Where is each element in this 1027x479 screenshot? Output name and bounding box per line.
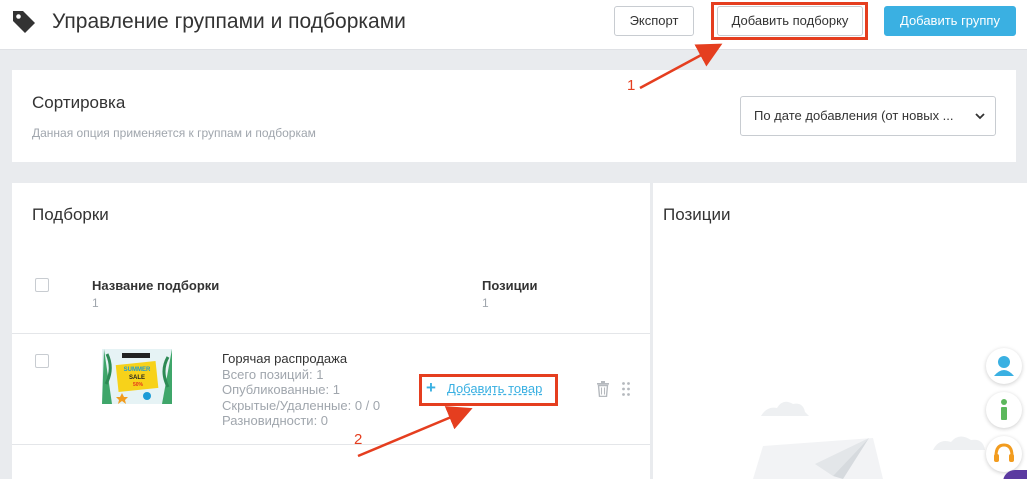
highlight-box-add-collection — [711, 2, 868, 40]
collection-stat-published: Опубликованные: 1 — [222, 382, 340, 397]
step-label-1: 1 — [627, 77, 636, 94]
export-button[interactable]: Экспорт — [614, 6, 694, 36]
collections-title: Подборки — [32, 205, 109, 224]
collections-panel: Подборки Название подборки 1 Позиции 1 S… — [12, 183, 650, 479]
positions-panel: Позиции — [653, 183, 1027, 479]
svg-text:SUMMER: SUMMER — [124, 367, 151, 373]
row-checkbox[interactable] — [35, 354, 49, 368]
info-float-button[interactable] — [986, 392, 1022, 428]
top-header: Управление группами и подборками Экспорт… — [0, 0, 1027, 50]
row-divider — [12, 444, 650, 445]
collection-stat-total: Всего позиций: 1 — [222, 367, 324, 382]
column-header-positions-count: 1 — [482, 296, 489, 310]
svg-text:SALE: SALE — [129, 375, 145, 381]
info-icon — [1001, 399, 1007, 420]
column-header-positions[interactable]: Позиции — [482, 278, 538, 293]
support-float-button[interactable] — [986, 436, 1022, 472]
column-header-name[interactable]: Название подборки — [92, 278, 219, 293]
select-all-checkbox[interactable] — [35, 278, 49, 292]
trash-icon[interactable] — [596, 381, 610, 397]
collection-stat-variants: Разновидности: 0 — [222, 413, 329, 428]
collection-name[interactable]: Горячая распродажа — [222, 351, 347, 366]
positions-title: Позиции — [663, 205, 731, 224]
headset-icon — [994, 443, 1014, 462]
sort-card: Сортировка Данная опция применяется к гр… — [12, 70, 1016, 162]
collection-stat-hidden: Скрытые/Удаленные: 0 / 0 — [222, 398, 381, 413]
drag-handle-icon[interactable] — [621, 381, 631, 397]
add-group-button[interactable]: Добавить группу — [884, 6, 1016, 36]
user-icon — [994, 356, 1014, 376]
sort-select[interactable]: По дате добавления (от новых ... — [740, 96, 996, 136]
highlight-box-add-item — [419, 374, 558, 406]
tag-icon — [13, 11, 35, 33]
page-title: Управление группами и подборками — [52, 10, 406, 33]
svg-text:50%: 50% — [133, 382, 144, 388]
chevron-down-icon — [975, 113, 985, 120]
sort-select-value: По дате добавления (от новых ... — [754, 108, 954, 123]
sort-description: Данная опция применяется к группам и под… — [32, 126, 316, 140]
step-label-2: 2 — [354, 431, 363, 448]
profile-float-button[interactable] — [986, 348, 1022, 384]
column-header-name-count: 1 — [92, 296, 99, 310]
collection-thumbnail[interactable]: SUMMER SALE 50% — [102, 349, 172, 404]
row-divider — [12, 333, 650, 334]
sort-title: Сортировка — [32, 93, 126, 112]
